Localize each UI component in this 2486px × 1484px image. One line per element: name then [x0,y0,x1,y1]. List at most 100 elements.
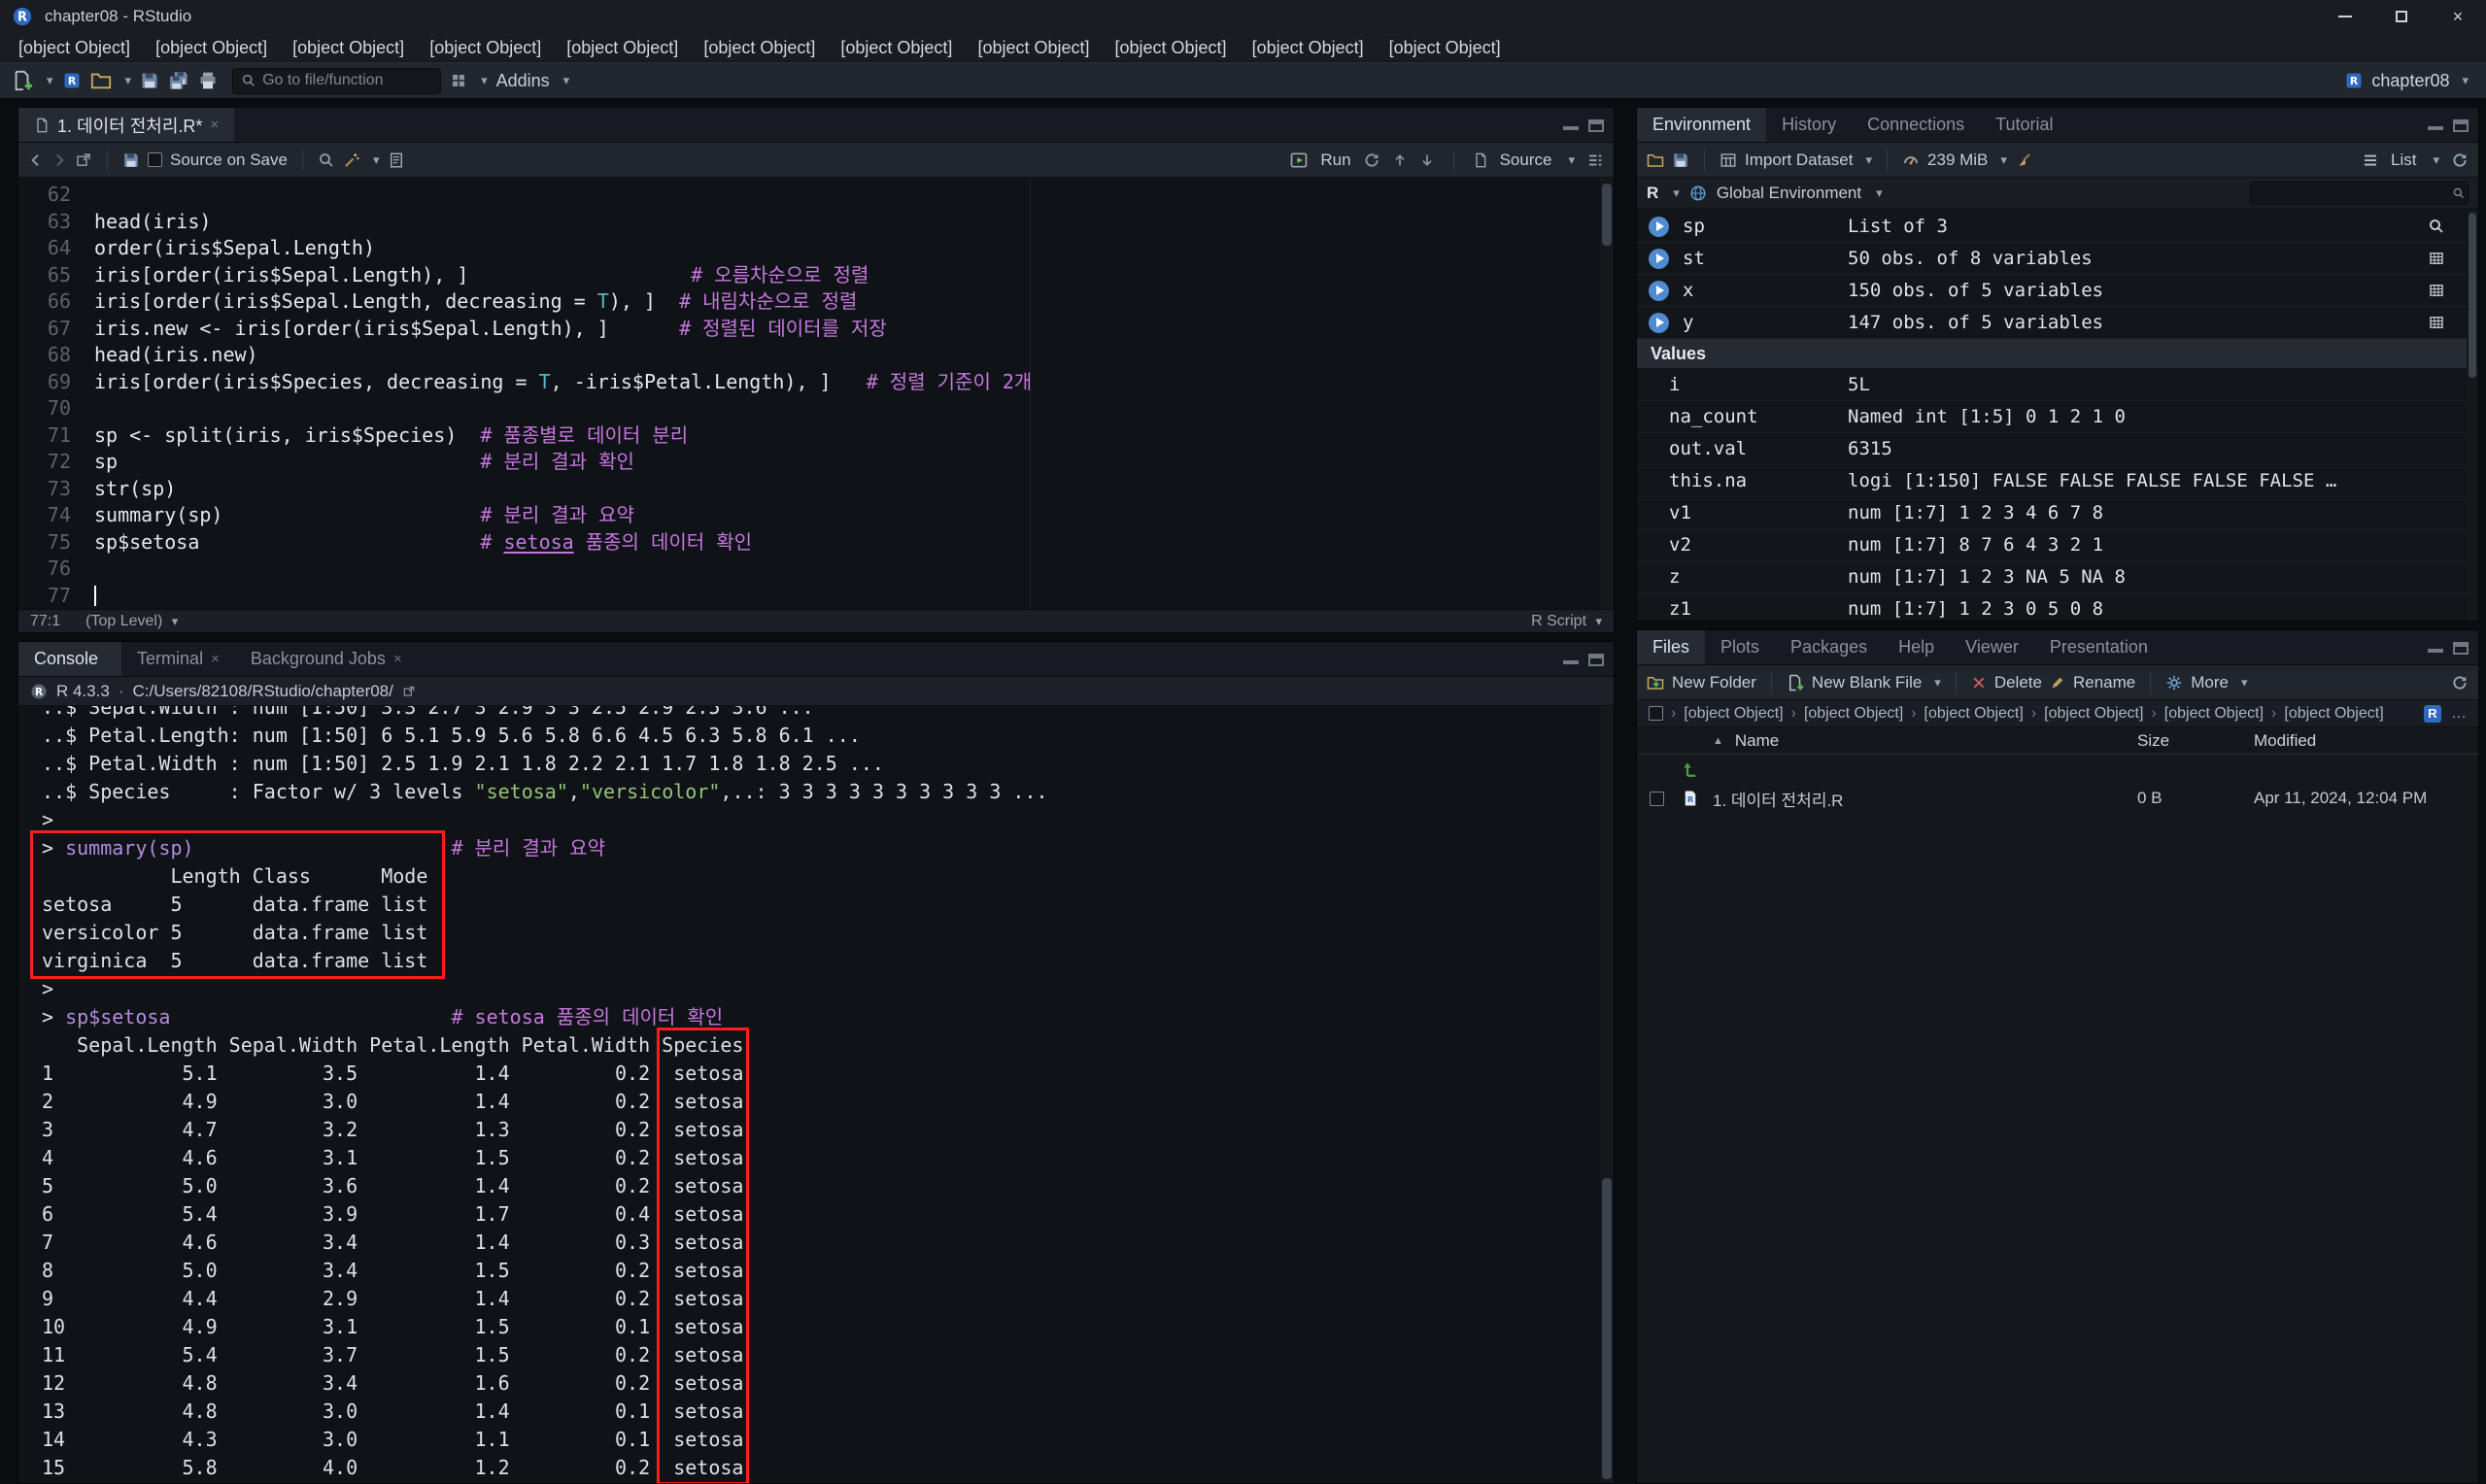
view-table-icon[interactable] [2428,282,2445,299]
environment-object-row[interactable]: x 150 obs. of 5 variables [1637,275,2478,307]
tab[interactable]: Viewer [1950,630,2034,664]
view-table-icon[interactable] [2428,314,2445,331]
parent-directory-row[interactable] [1637,755,2478,784]
new-folder-button[interactable]: New Folder [1672,673,1756,692]
column-modified[interactable]: Modified [2254,731,2478,751]
panes-grid-icon[interactable] [450,72,467,89]
run-button[interactable]: Run [1320,151,1350,170]
print-icon[interactable] [198,71,218,90]
code-line[interactable]: 64order(iris$Sepal.Length) [18,235,1614,262]
source-button[interactable]: Source [1500,151,1552,170]
chevron-down-icon[interactable]: ▾ [47,73,53,88]
menu-item[interactable]: [object Object] [143,33,280,62]
back-icon[interactable] [28,152,44,168]
tab-close-icon[interactable]: × [393,651,402,667]
close-button[interactable]: × [2430,0,2486,33]
minimize-pane-icon[interactable] [2428,643,2443,653]
maximize-pane-icon[interactable] [2453,119,2469,132]
menu-item[interactable]: [object Object] [965,33,1102,62]
environment-search-input[interactable] [2259,185,2452,201]
maximize-pane-icon[interactable] [1588,119,1604,132]
rename-icon[interactable] [2050,675,2065,691]
menu-item[interactable]: [object Object] [417,33,554,62]
find-replace-icon[interactable] [318,152,335,169]
tab-close-icon[interactable]: × [211,651,220,667]
code-line[interactable]: 72sp # 분리 결과 확인 [18,449,1614,476]
environment-value-row[interactable]: z1 num [1:7] 1 2 3 0 5 0 8 [1637,593,2478,621]
more-gear-icon[interactable] [2165,674,2183,691]
chevron-down-icon[interactable]: ▾ [1876,186,1883,201]
environment-object-row[interactable]: y 147 obs. of 5 variables [1637,307,2478,339]
chevron-down-icon[interactable]: ▾ [1673,186,1680,201]
tab[interactable]: Presentation [2034,630,2163,664]
goto-file-input[interactable] [262,72,418,89]
environment-value-row[interactable]: v1 num [1:7] 1 2 3 4 6 7 8 [1637,497,2478,529]
breadcrumb-label[interactable]: [object Object] [1804,705,1903,723]
filetype-selector[interactable]: R Script ▾ [1531,613,1602,630]
open-directory-icon[interactable] [402,685,416,698]
load-workspace-icon[interactable] [1647,152,1664,169]
expand-icon[interactable] [1649,217,1669,237]
tab[interactable]: History [1766,108,1852,142]
breadcrumb-item[interactable]: › [object Object] [2271,705,2384,723]
addins-button[interactable]: Addins [496,71,550,91]
scope-selector[interactable]: (Top Level) ▾ [85,613,178,630]
chevron-down-icon[interactable]: ▾ [1568,152,1575,168]
save-icon[interactable] [140,71,159,90]
code-line[interactable]: 76 [18,556,1614,583]
breadcrumb-item[interactable]: › [object Object] [2151,705,2264,723]
more-button[interactable]: More [2191,673,2229,692]
environment-object-row[interactable]: sp List of 3 [1637,211,2478,243]
console-output[interactable]: ..$ Sepal.Width : num [1:50] 3.3 2.7 3 2… [18,706,1600,1483]
chevron-down-icon[interactable]: ▾ [1866,152,1873,168]
new-folder-icon[interactable] [1647,674,1664,691]
new-blank-file-icon[interactable] [1787,674,1804,691]
tab[interactable]: Terminal × [121,642,235,676]
r-project-badge-icon[interactable]: R [2424,705,2441,723]
delete-button[interactable]: Delete [1994,673,2042,692]
chevron-down-icon[interactable]: ▾ [2241,675,2248,691]
file-checkbox[interactable] [1650,792,1664,806]
tab[interactable]: Help [1883,630,1950,664]
console-scrollbar[interactable] [1600,706,1614,1483]
tab[interactable]: Files [1637,630,1705,664]
chevron-down-icon[interactable]: ▾ [373,152,380,168]
import-dataset-icon[interactable] [1720,152,1737,169]
code-line[interactable]: 68head(iris.new) [18,342,1614,369]
environment-value-row[interactable]: i 5L [1637,369,2478,401]
code-line[interactable]: 63head(iris) [18,209,1614,236]
environment-scrollbar[interactable] [2467,211,2478,621]
chevron-down-icon[interactable]: ▾ [125,73,132,88]
tab[interactable]: Tutorial [1980,108,2068,142]
menu-item[interactable]: [object Object] [828,33,965,62]
memory-usage[interactable]: 239 MiB [1927,151,1988,170]
tab-editor-file[interactable]: 1. 데이터 전처리.R* × [18,108,234,142]
code-line[interactable]: 70 [18,395,1614,422]
console-scrollbar-thumb[interactable] [1602,1178,1612,1479]
view-table-icon[interactable] [2428,250,2445,267]
breadcrumb-item[interactable]: › [object Object] [1671,705,1784,723]
select-all-checkbox[interactable] [1649,706,1663,721]
menu-item[interactable]: [object Object] [6,33,143,62]
tab[interactable]: Connections [1852,108,1980,142]
breadcrumb-label[interactable]: [object Object] [2044,705,2143,723]
environment-scope-selector[interactable]: Global Environment [1717,184,1861,203]
breadcrumb-label[interactable]: [object Object] [2164,705,2264,723]
environment-value-row[interactable]: v2 num [1:7] 8 7 6 4 3 2 1 [1637,529,2478,561]
minimize-button[interactable] [2317,0,2373,33]
project-selector[interactable]: chapter08 ▾ [2344,71,2474,91]
tab[interactable]: Background Jobs × [235,642,418,676]
delete-icon[interactable] [1971,675,1987,691]
menu-item[interactable]: [object Object] [554,33,691,62]
menu-item[interactable]: [object Object] [1240,33,1377,62]
view-mode-button[interactable]: List [2391,151,2416,170]
column-size[interactable]: Size [2137,731,2254,751]
new-project-icon[interactable] [62,71,82,90]
menu-item[interactable]: [object Object] [1377,33,1514,62]
chevron-down-icon[interactable]: ▾ [2000,152,2007,168]
save-workspace-icon[interactable] [1672,152,1689,169]
import-dataset-button[interactable]: Import Dataset [1745,151,1854,170]
code-line[interactable]: 66iris[order(iris$Sepal.Length, decreasi… [18,288,1614,316]
breadcrumb-item[interactable]: › [object Object] [2031,705,2144,723]
code-line[interactable]: 77 [18,583,1614,610]
